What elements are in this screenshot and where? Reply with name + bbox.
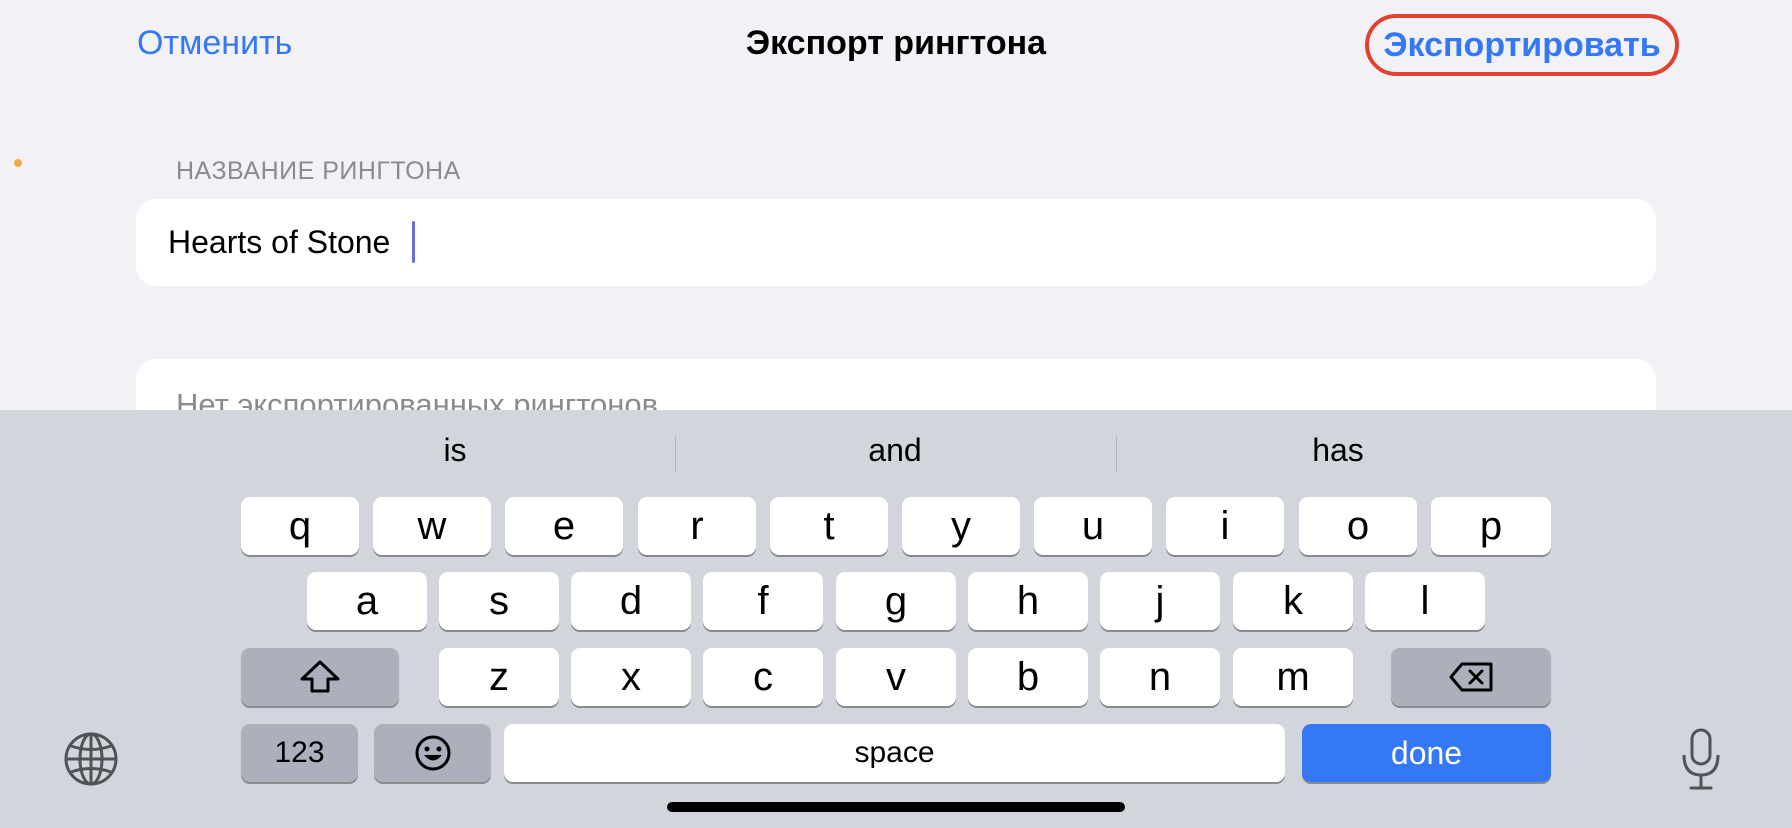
export-button[interactable]: Экспортировать bbox=[1365, 14, 1679, 76]
key-b[interactable]: b bbox=[968, 648, 1088, 706]
dictation-button[interactable] bbox=[1675, 726, 1727, 792]
suggestion-divider bbox=[675, 436, 676, 472]
suggestion-divider bbox=[1116, 436, 1117, 472]
key-n[interactable]: n bbox=[1100, 648, 1220, 706]
key-a[interactable]: a bbox=[307, 572, 427, 630]
suggestion-item[interactable]: has bbox=[1128, 432, 1548, 469]
key-t[interactable]: t bbox=[770, 497, 888, 555]
ringtone-name-value[interactable]: Hearts of Stone bbox=[168, 224, 390, 261]
key-q[interactable]: q bbox=[241, 497, 359, 555]
key-l[interactable]: l bbox=[1365, 572, 1485, 630]
suggestion-bar: is and has bbox=[0, 410, 1792, 492]
key-e[interactable]: e bbox=[505, 497, 623, 555]
section-label: НАЗВАНИЕ РИНГТОНА bbox=[176, 157, 461, 185]
space-key[interactable]: space bbox=[504, 724, 1285, 782]
status-dot bbox=[14, 159, 22, 167]
key-d[interactable]: d bbox=[571, 572, 691, 630]
key-s[interactable]: s bbox=[439, 572, 559, 630]
shift-key[interactable] bbox=[241, 648, 399, 706]
key-k[interactable]: k bbox=[1233, 572, 1353, 630]
keyboard: is and has q w e r t y u i o p a s d f g… bbox=[0, 410, 1792, 828]
globe-button[interactable] bbox=[62, 730, 120, 788]
key-c[interactable]: c bbox=[703, 648, 823, 706]
key-p[interactable]: p bbox=[1431, 497, 1551, 555]
key-m[interactable]: m bbox=[1233, 648, 1353, 706]
export-button-label: Экспортировать bbox=[1383, 25, 1661, 64]
key-r[interactable]: r bbox=[638, 497, 756, 555]
key-z[interactable]: z bbox=[439, 648, 559, 706]
emoji-key[interactable] bbox=[374, 724, 491, 782]
globe-icon bbox=[64, 732, 118, 786]
done-key[interactable]: done bbox=[1302, 724, 1551, 782]
key-g[interactable]: g bbox=[836, 572, 956, 630]
emoji-icon bbox=[415, 735, 450, 771]
backspace-icon bbox=[1449, 662, 1493, 692]
key-u[interactable]: u bbox=[1034, 497, 1152, 555]
shift-icon bbox=[300, 660, 340, 693]
home-indicator[interactable] bbox=[667, 802, 1125, 812]
key-h[interactable]: h bbox=[968, 572, 1088, 630]
key-f[interactable]: f bbox=[703, 572, 823, 630]
key-x[interactable]: x bbox=[571, 648, 691, 706]
backspace-key[interactable] bbox=[1391, 648, 1551, 706]
key-j[interactable]: j bbox=[1100, 572, 1220, 630]
key-v[interactable]: v bbox=[836, 648, 956, 706]
microphone-icon bbox=[1682, 728, 1720, 790]
text-caret bbox=[412, 221, 415, 263]
key-o[interactable]: o bbox=[1299, 497, 1417, 555]
key-w[interactable]: w bbox=[373, 497, 491, 555]
key-y[interactable]: y bbox=[902, 497, 1020, 555]
suggestion-item[interactable]: and bbox=[685, 432, 1105, 469]
key-i[interactable]: i bbox=[1166, 497, 1284, 555]
suggestion-item[interactable]: is bbox=[245, 432, 665, 469]
ringtone-name-field[interactable]: Hearts of Stone bbox=[136, 199, 1656, 286]
numbers-key[interactable]: 123 bbox=[241, 724, 358, 782]
